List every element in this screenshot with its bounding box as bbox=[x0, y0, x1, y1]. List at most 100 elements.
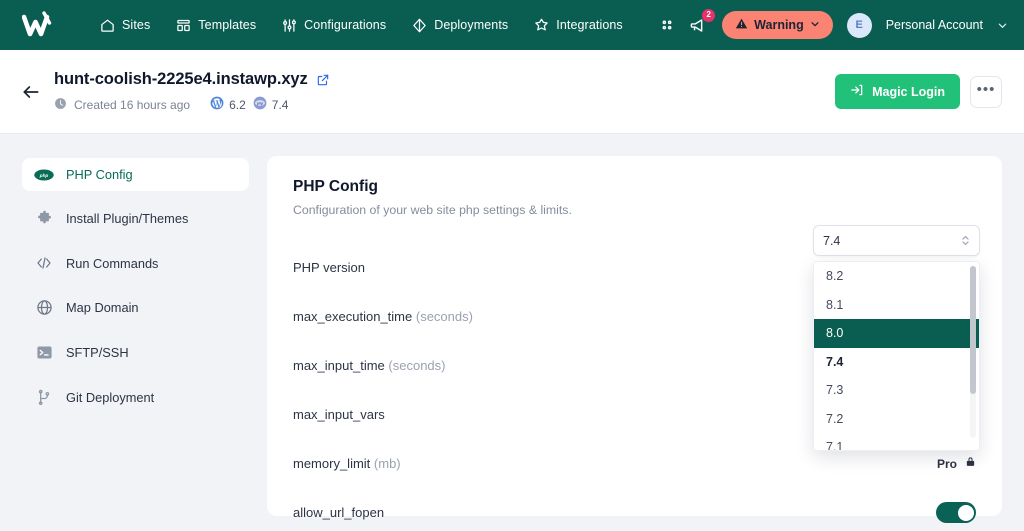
php-version-option[interactable]: 7.3 bbox=[814, 376, 979, 405]
row-label-text: PHP version bbox=[293, 260, 366, 275]
svg-text:php: php bbox=[39, 173, 49, 178]
nav-right-controls: 2 Warning E Personal Account bbox=[659, 8, 1008, 39]
templates-icon bbox=[176, 18, 191, 33]
site-meta: hunt-coolish-2225e4.instawp.xyz Created … bbox=[54, 70, 330, 113]
nav-item-label: Sites bbox=[122, 18, 151, 32]
site-header: hunt-coolish-2225e4.instawp.xyz Created … bbox=[0, 50, 1024, 134]
sidebar-item-run-commands[interactable]: Run Commands bbox=[22, 246, 249, 280]
header-actions: Magic Login ••• bbox=[835, 74, 1002, 109]
dropdown-scrollbar-thumb[interactable] bbox=[970, 266, 976, 394]
right-gutter bbox=[1002, 134, 1024, 531]
row-label-text: max_input_vars bbox=[293, 407, 385, 422]
nav-item-templates[interactable]: Templates bbox=[176, 18, 256, 33]
home-icon bbox=[100, 18, 115, 33]
magic-login-label: Magic Login bbox=[872, 84, 945, 99]
site-title-row: hunt-coolish-2225e4.instawp.xyz bbox=[54, 70, 330, 89]
page-body: php PHP Config Install Plugin/Themes Run… bbox=[0, 134, 1024, 531]
php-version-option-current[interactable]: 7.4 bbox=[814, 348, 979, 377]
brand-logo[interactable] bbox=[22, 11, 78, 39]
php-version-select-wrapper: 7.4 8.2 8.1 8.0 7.4 7.3 7.2 7.1 bbox=[813, 225, 980, 451]
nav-item-deployments[interactable]: Deployments bbox=[412, 18, 508, 33]
sidebar-item-sftp-ssh[interactable]: SFTP/SSH bbox=[22, 335, 249, 370]
more-options-button[interactable]: ••• bbox=[970, 75, 1002, 108]
row-label: max_input_time (seconds) bbox=[293, 358, 445, 373]
account-chevron-down-icon[interactable] bbox=[997, 20, 1008, 31]
config-row-allow-url-fopen: allow_url_fopen bbox=[293, 488, 976, 531]
php-version-option-highlighted[interactable]: 8.0 bbox=[814, 319, 979, 348]
clock-icon bbox=[54, 97, 67, 113]
panel-subtitle: Configuration of your web site php setti… bbox=[293, 203, 572, 217]
sidebar-item-label: Git Deployment bbox=[66, 390, 155, 405]
megaphone-icon[interactable]: 2 bbox=[689, 8, 716, 35]
row-unit: (seconds) bbox=[415, 309, 473, 324]
created-text: Created 16 hours ago bbox=[74, 97, 191, 112]
terminal-icon bbox=[34, 344, 54, 361]
panel-title: PHP Config bbox=[293, 178, 378, 195]
sidebar-item-label: Install Plugin/Themes bbox=[66, 211, 189, 226]
sidebar-item-label: Map Domain bbox=[66, 300, 139, 315]
nav-item-label: Integrations bbox=[556, 18, 623, 32]
row-right bbox=[936, 502, 976, 523]
chevron-up-down-icon bbox=[961, 234, 970, 247]
row-label: max_input_vars bbox=[293, 407, 385, 422]
php-version-select-value: 7.4 bbox=[823, 233, 841, 248]
wordpress-version-text: 6.2 bbox=[229, 97, 246, 112]
sidebar-item-php-config[interactable]: php PHP Config bbox=[22, 158, 249, 191]
nav-item-sites[interactable]: Sites bbox=[100, 18, 150, 33]
row-right: Pro bbox=[937, 455, 976, 473]
site-subline: Created 16 hours ago 6.2 php 7.4 bbox=[54, 96, 330, 113]
avatar[interactable]: E bbox=[846, 12, 872, 38]
nav-item-label: Deployments bbox=[434, 18, 509, 32]
sidebar-item-label: Run Commands bbox=[66, 255, 159, 271]
account-name[interactable]: Personal Account bbox=[886, 18, 983, 32]
nav-links: Sites Templates Configurations Deploymen… bbox=[100, 18, 623, 33]
app-root: Sites Templates Configurations Deploymen… bbox=[0, 0, 1024, 531]
apps-grid-icon[interactable] bbox=[659, 17, 675, 33]
dropdown-scrollbar-track[interactable] bbox=[970, 266, 976, 438]
row-label: allow_url_fopen bbox=[293, 505, 384, 520]
php-version-select[interactable]: 7.4 bbox=[813, 225, 980, 256]
row-unit: (mb) bbox=[373, 456, 401, 471]
git-branch-icon bbox=[34, 389, 54, 406]
nav-item-label: Templates bbox=[198, 18, 257, 32]
sidebar-item-git-deployment[interactable]: Git Deployment bbox=[22, 380, 249, 415]
php-config-panel: PHP Config Configuration of your web sit… bbox=[267, 156, 1002, 523]
warning-status-button[interactable]: Warning bbox=[722, 11, 833, 39]
external-link-icon[interactable] bbox=[316, 73, 330, 87]
row-label-text: allow_url_fopen bbox=[293, 505, 385, 520]
php-version-option[interactable]: 7.1 bbox=[814, 433, 979, 450]
nav-item-label: Configurations bbox=[304, 18, 387, 32]
sidebar-item-map-domain[interactable]: Map Domain bbox=[22, 290, 249, 325]
row-label: PHP version bbox=[293, 260, 365, 275]
integrations-icon bbox=[534, 18, 549, 33]
toggle-knob bbox=[957, 504, 974, 521]
allow-url-fopen-toggle[interactable] bbox=[936, 502, 976, 523]
php-version-dropdown[interactable]: 8.2 8.1 8.0 7.4 7.3 7.2 7.1 bbox=[813, 261, 980, 451]
sidebar-item-label: SFTP/SSH bbox=[66, 345, 129, 360]
php-version-option-list: 8.2 8.1 8.0 7.4 7.3 7.2 7.1 bbox=[814, 262, 979, 450]
row-label-text: max_execution_time bbox=[293, 309, 413, 324]
php-version-option[interactable]: 7.2 bbox=[814, 405, 979, 434]
row-label-text: max_input_time bbox=[293, 358, 385, 373]
wordpress-version: 6.2 bbox=[210, 96, 246, 113]
php-version-option[interactable]: 8.1 bbox=[814, 291, 979, 320]
warning-label: Warning bbox=[754, 18, 804, 32]
warning-triangle-icon bbox=[735, 17, 748, 33]
wordpress-icon bbox=[210, 96, 224, 113]
back-button[interactable] bbox=[14, 75, 48, 109]
globe-icon bbox=[34, 299, 54, 316]
nav-item-integrations[interactable]: Integrations bbox=[534, 18, 623, 33]
php-logo-icon: php bbox=[34, 169, 54, 181]
code-brackets-icon bbox=[34, 255, 54, 271]
deployments-icon bbox=[412, 18, 427, 33]
login-arrow-icon bbox=[850, 83, 864, 100]
row-label: memory_limit (mb) bbox=[293, 456, 401, 471]
magic-login-button[interactable]: Magic Login bbox=[835, 74, 960, 109]
php-version-text: 7.4 bbox=[271, 97, 289, 112]
php-version-option[interactable]: 8.2 bbox=[814, 262, 979, 291]
nav-item-configurations[interactable]: Configurations bbox=[282, 18, 386, 33]
svg-text:php: php bbox=[257, 101, 263, 105]
row-label: max_execution_time (seconds) bbox=[293, 309, 473, 324]
sidebar-item-install-plugin-themes[interactable]: Install Plugin/Themes bbox=[22, 201, 249, 236]
page-title: hunt-coolish-2225e4.instawp.xyz bbox=[54, 70, 308, 88]
